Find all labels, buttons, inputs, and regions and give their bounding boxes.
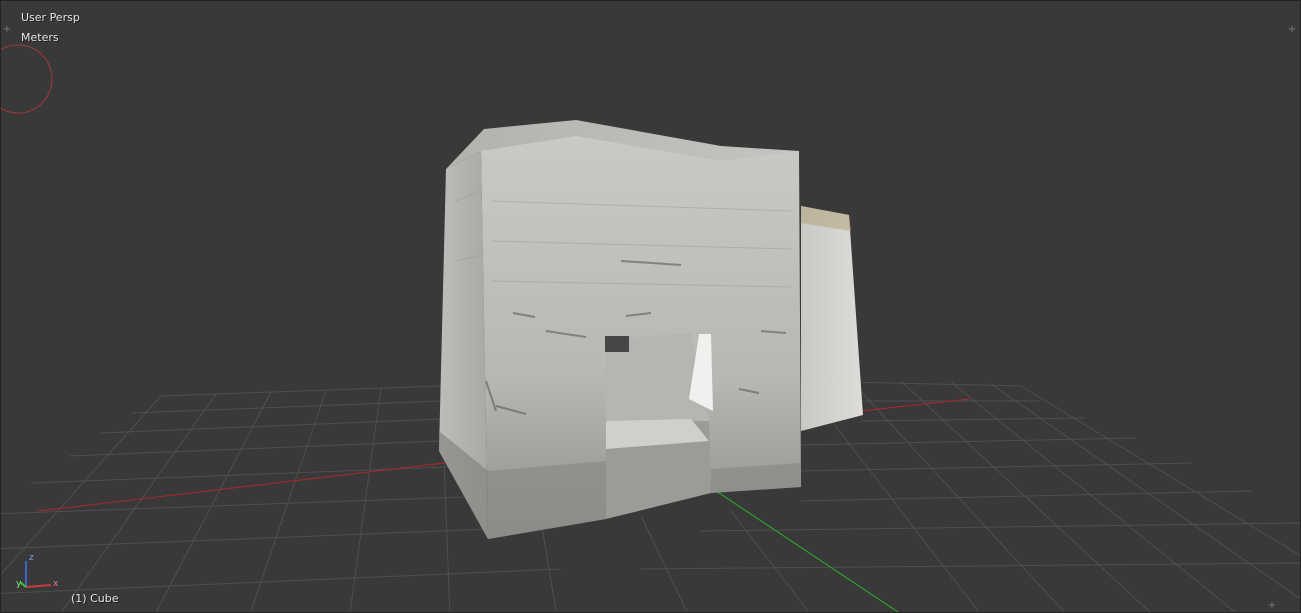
cube-building-mesh[interactable] bbox=[439, 120, 801, 539]
corner-split-icon[interactable]: + bbox=[2, 25, 12, 35]
units-label: Meters bbox=[21, 31, 59, 44]
window-opening bbox=[605, 336, 629, 352]
scene-render[interactable] bbox=[1, 1, 1301, 613]
axis-gizmo: z x y bbox=[16, 553, 59, 589]
corner-split-icon[interactable]: + bbox=[1287, 25, 1297, 35]
active-object-label: (1) Cube bbox=[71, 592, 119, 605]
side-wall-mesh[interactable] bbox=[801, 206, 863, 431]
y-axis-label: y bbox=[16, 579, 22, 589]
z-axis-label: z bbox=[29, 553, 34, 563]
corner-split-icon[interactable]: + bbox=[1267, 601, 1277, 611]
view-name-label: User Persp bbox=[21, 11, 80, 24]
3d-viewport[interactable]: User Persp Meters (1) Cube + + + z x y bbox=[0, 0, 1301, 613]
x-axis-label: x bbox=[53, 579, 59, 589]
